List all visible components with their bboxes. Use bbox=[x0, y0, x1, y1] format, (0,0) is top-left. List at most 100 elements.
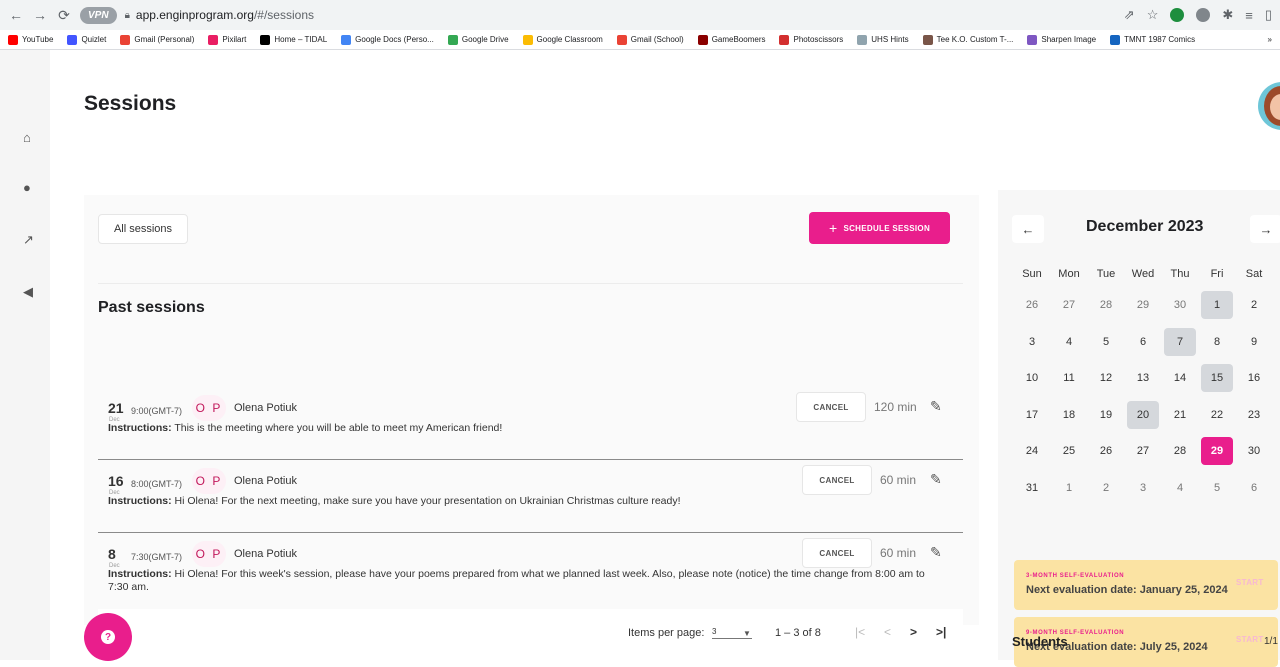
last-page-icon[interactable]: >| bbox=[936, 625, 946, 639]
megaphone-icon[interactable]: ◀ bbox=[23, 284, 33, 300]
bookmark-item[interactable]: YouTube bbox=[8, 34, 53, 45]
edit-icon[interactable]: ✎ bbox=[930, 398, 942, 415]
bookmark-item[interactable]: Home – TIDAL bbox=[260, 34, 327, 45]
calendar-day[interactable]: 1 bbox=[1053, 474, 1085, 502]
start-evaluation-button[interactable]: START bbox=[1236, 578, 1264, 587]
calendar-day[interactable]: 5 bbox=[1201, 474, 1233, 502]
page-range: 1 – 3 of 8 bbox=[775, 627, 821, 639]
calendar-day[interactable]: 24 bbox=[1016, 437, 1048, 465]
bookmark-item[interactable]: Gmail (School) bbox=[616, 34, 684, 45]
calendar-day[interactable]: 25 bbox=[1053, 437, 1085, 465]
start-evaluation-button[interactable]: START bbox=[1236, 635, 1264, 644]
calendar-day[interactable]: 9 bbox=[1238, 328, 1270, 356]
calendar-day[interactable]: 2 bbox=[1090, 474, 1122, 502]
cancel-button[interactable]: CANCEL bbox=[802, 465, 872, 495]
puzzle-icon[interactable]: ✱ bbox=[1222, 7, 1233, 23]
schedule-session-button[interactable]: + SCHEDULE SESSION bbox=[809, 212, 950, 244]
bookmark-item[interactable]: TMNT 1987 Comics bbox=[1110, 34, 1195, 45]
calendar-day[interactable]: 11 bbox=[1053, 364, 1085, 392]
calendar-day[interactable]: 4 bbox=[1053, 328, 1085, 356]
prev-page-icon[interactable]: < bbox=[884, 625, 891, 639]
items-per-page-label: Items per page: bbox=[628, 627, 705, 639]
calendar-day[interactable]: 31 bbox=[1016, 474, 1048, 502]
avatar[interactable] bbox=[1258, 82, 1280, 130]
bookmark-item[interactable]: Google Docs (Perso... bbox=[341, 34, 434, 45]
calendar-day[interactable]: 17 bbox=[1016, 401, 1048, 429]
calendar-day[interactable]: 6 bbox=[1238, 474, 1270, 502]
forward-icon[interactable]: → bbox=[32, 7, 48, 23]
calendar-day[interactable]: 7 bbox=[1164, 327, 1196, 356]
calendar-day[interactable]: 3 bbox=[1127, 474, 1159, 502]
bookmarks-overflow-icon[interactable]: » bbox=[1268, 35, 1272, 44]
calendar-day[interactable]: 12 bbox=[1090, 364, 1122, 392]
star-icon[interactable]: ☆ bbox=[1147, 7, 1159, 23]
calendar-day[interactable]: 28 bbox=[1090, 291, 1122, 319]
calendar-day[interactable]: 21 bbox=[1164, 401, 1196, 429]
bookmark-item[interactable]: Gmail (Personal) bbox=[120, 34, 194, 45]
edit-icon[interactable]: ✎ bbox=[930, 471, 942, 488]
bookmark-item[interactable]: Photoscissors bbox=[779, 34, 843, 45]
calendar-day[interactable]: 29 bbox=[1127, 291, 1159, 319]
calendar-day[interactable]: 27 bbox=[1127, 437, 1159, 465]
bookmark-item[interactable]: Google Classroom bbox=[522, 34, 603, 45]
bookmark-item[interactable]: Quizlet bbox=[67, 34, 106, 45]
trending-icon[interactable]: ↗ bbox=[23, 232, 34, 248]
calendar-day[interactable]: 15 bbox=[1201, 364, 1233, 392]
calendar-day[interactable]: 5 bbox=[1090, 328, 1122, 356]
calendar-day[interactable]: 18 bbox=[1053, 401, 1085, 429]
calendar-day[interactable]: 29 bbox=[1201, 437, 1233, 465]
calendar-day[interactable]: 30 bbox=[1164, 291, 1196, 319]
calendar-day[interactable]: 23 bbox=[1238, 401, 1270, 429]
bookmark-item[interactable]: Google Drive bbox=[447, 34, 509, 45]
bookmark-favicon-icon bbox=[120, 34, 131, 45]
calendar-day[interactable]: 13 bbox=[1127, 364, 1159, 392]
home-icon[interactable]: ⌂ bbox=[23, 130, 31, 145]
first-page-icon[interactable]: |< bbox=[855, 625, 865, 639]
bookmark-item[interactable]: Sharpen Image bbox=[1027, 34, 1096, 45]
bookmark-item[interactable]: Tee K.O. Custom T-... bbox=[922, 34, 1013, 45]
calendar-day[interactable]: 8 bbox=[1201, 328, 1233, 356]
calendar-day[interactable]: 19 bbox=[1090, 401, 1122, 429]
extension-icon[interactable] bbox=[1196, 8, 1211, 22]
calendar-day[interactable]: 30 bbox=[1238, 437, 1270, 465]
prev-month-icon[interactable]: ← bbox=[1012, 215, 1044, 243]
calendar-day[interactable]: 28 bbox=[1164, 437, 1196, 465]
bookmark-item[interactable]: UHS Hints bbox=[857, 34, 909, 45]
calendar-day[interactable]: 16 bbox=[1238, 364, 1270, 392]
calendar-day[interactable]: 10 bbox=[1016, 364, 1048, 392]
student-initials: O P bbox=[192, 395, 226, 421]
back-icon[interactable]: ← bbox=[8, 7, 24, 23]
browser-toolbar: ← → ⟳ VPN 🔒︎ app.enginprogram.org/#/sess… bbox=[0, 0, 1280, 30]
vpn-badge[interactable]: VPN bbox=[80, 6, 117, 24]
calendar-day[interactable]: 14 bbox=[1164, 364, 1196, 392]
calendar-day[interactable]: 1 bbox=[1201, 291, 1233, 319]
bookmark-item[interactable]: GameBoomers bbox=[697, 34, 765, 45]
calendar-day[interactable]: 26 bbox=[1090, 437, 1122, 465]
help-button[interactable]: ? bbox=[84, 613, 132, 661]
bookmarks-bar: YouTube Quizlet Gmail (Personal) Pixilart Ho… bbox=[0, 30, 1280, 50]
next-page-icon[interactable]: > bbox=[910, 625, 917, 639]
calendar-day[interactable]: 20 bbox=[1127, 400, 1159, 429]
address-bar[interactable]: 🔒︎ app.enginprogram.org/#/sessions bbox=[124, 3, 1116, 27]
calendar-day[interactable]: 4 bbox=[1164, 474, 1196, 502]
calendar-day[interactable]: 6 bbox=[1127, 328, 1159, 356]
calendar-day[interactable]: 22 bbox=[1201, 401, 1233, 429]
extension-icon[interactable] bbox=[1170, 8, 1185, 22]
bookmark-item[interactable]: Pixilart bbox=[208, 34, 246, 45]
person-icon[interactable]: ● bbox=[23, 180, 31, 195]
session-duration: 60 min bbox=[880, 546, 917, 560]
cancel-button[interactable]: CANCEL bbox=[802, 538, 872, 568]
all-sessions-filter[interactable]: All sessions bbox=[98, 214, 188, 244]
reload-icon[interactable]: ⟳ bbox=[56, 7, 72, 24]
share-icon[interactable]: ⇗ bbox=[1124, 7, 1135, 23]
next-month-icon[interactable]: → bbox=[1250, 215, 1280, 243]
reading-list-icon[interactable]: ≡ bbox=[1245, 8, 1253, 23]
calendar-day[interactable]: 2 bbox=[1238, 291, 1270, 319]
calendar-day[interactable]: 27 bbox=[1053, 291, 1085, 319]
calendar-day[interactable]: 3 bbox=[1016, 328, 1048, 356]
page-title: Sessions bbox=[84, 92, 177, 115]
calendar-day[interactable]: 26 bbox=[1016, 291, 1048, 319]
side-panel-icon[interactable]: ▯ bbox=[1265, 7, 1272, 23]
edit-icon[interactable]: ✎ bbox=[930, 544, 942, 561]
cancel-button[interactable]: CANCEL bbox=[796, 392, 866, 422]
